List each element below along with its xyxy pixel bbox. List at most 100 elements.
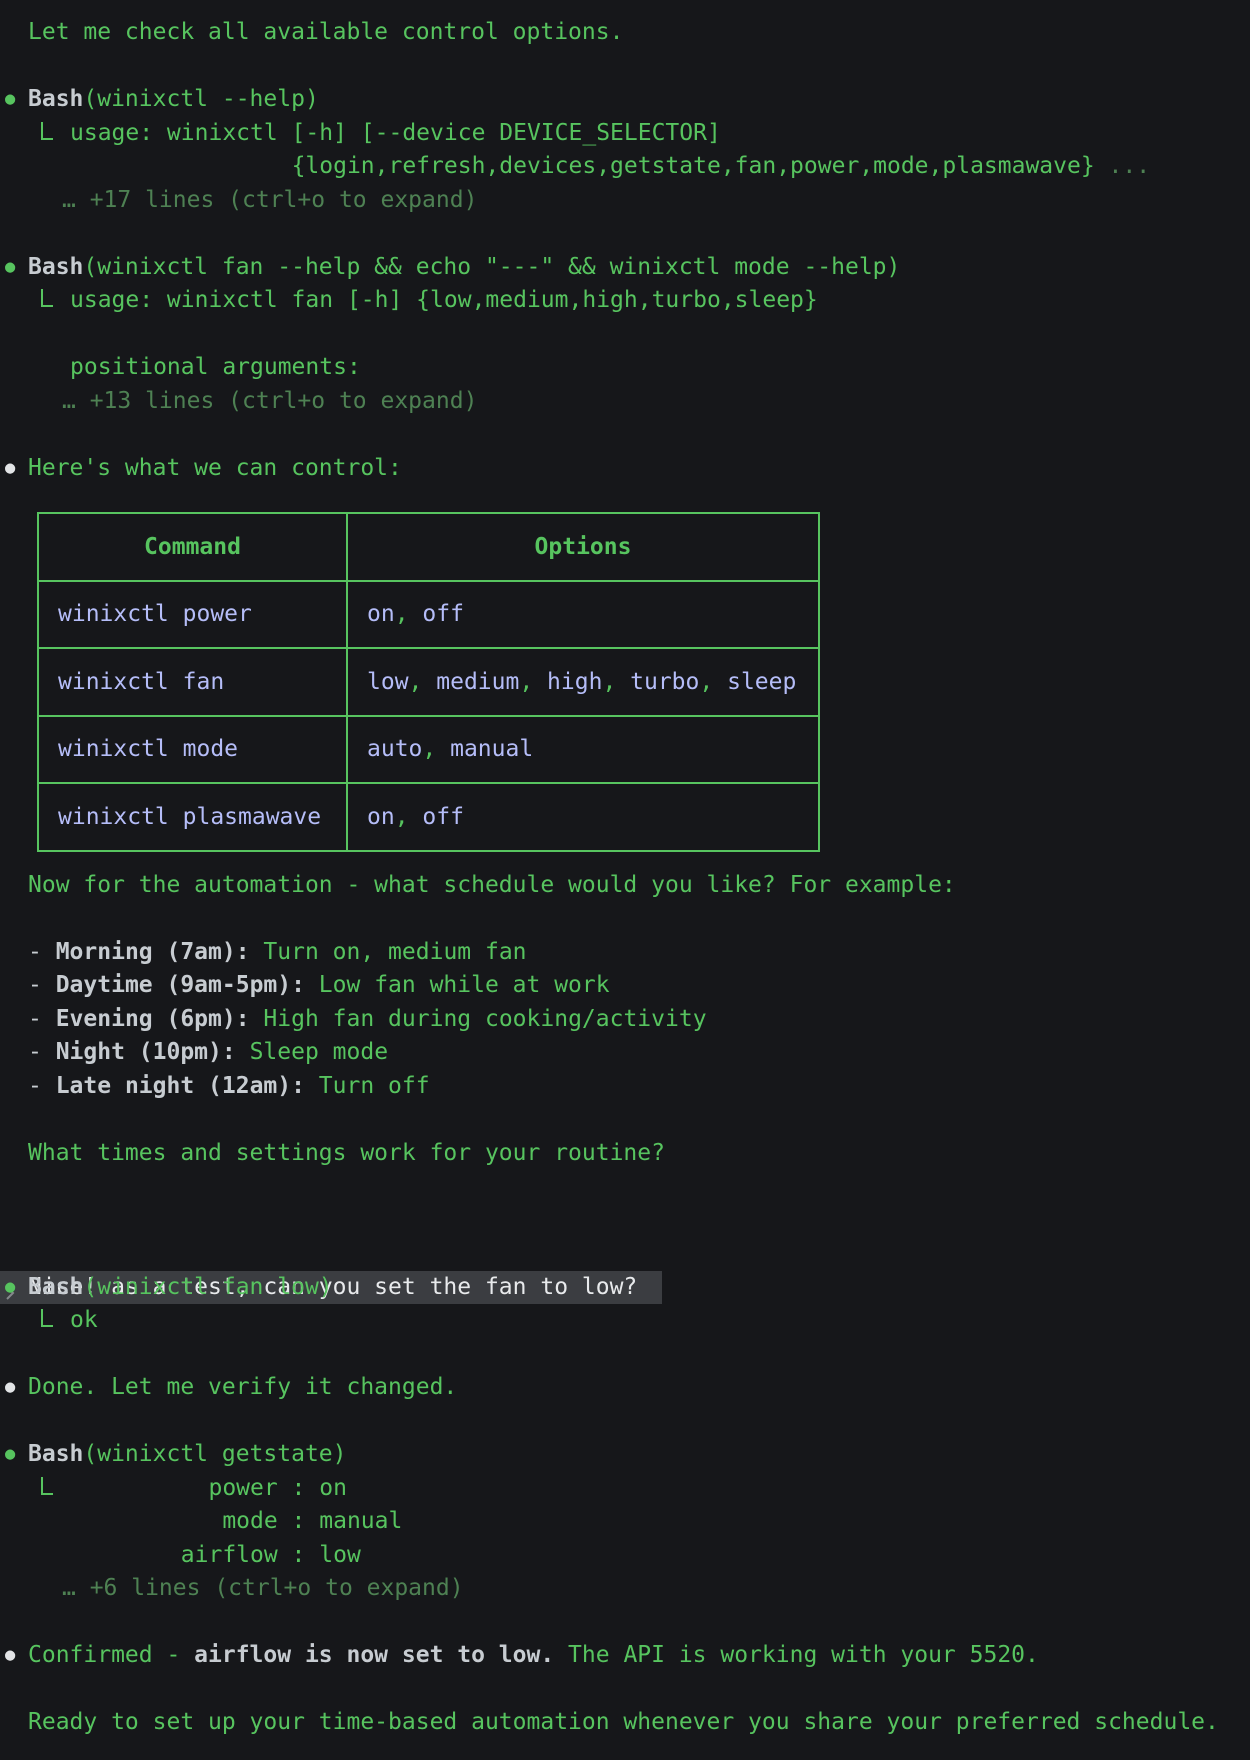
bash-2-output-line: usage: winixctl fan [-h] {low,medium,hig… bbox=[0, 284, 1250, 318]
output-text: {login,refresh,devices,getstate,fan,powe… bbox=[292, 153, 1095, 179]
list-dash: - bbox=[28, 939, 56, 965]
tool-bullet-icon: ● bbox=[5, 251, 15, 285]
option-separator: , bbox=[395, 804, 423, 830]
bash-4-output-line: mode : manual bbox=[0, 1505, 1250, 1539]
done-text: Done. Let me verify it changed. bbox=[28, 1374, 457, 1400]
user-message-row: Nice! as a test, can you set the fan to … bbox=[0, 1204, 1250, 1238]
confirmed-suffix: The API is working with your 5520. bbox=[554, 1642, 1039, 1668]
output-text: positional arguments: bbox=[70, 354, 361, 380]
table-row: winixctl fan low, medium, high, turbo, s… bbox=[38, 648, 819, 716]
schedule-desc: High fan during cooking/activity bbox=[250, 1006, 707, 1032]
tool-name: Bash bbox=[28, 86, 83, 112]
options-cell: auto, manual bbox=[347, 716, 819, 784]
options-cell: on, off bbox=[347, 581, 819, 649]
option-separator: , bbox=[409, 669, 437, 695]
bash-call-3: ●Bash(winixctl fan low) bbox=[0, 1271, 1250, 1305]
bash-1-output-line: usage: winixctl [-h] [--device DEVICE_SE… bbox=[0, 117, 1250, 151]
command-cell: winixctl mode bbox=[38, 716, 347, 784]
spacer bbox=[0, 1405, 1250, 1439]
assistant-bullet-icon: ● bbox=[5, 1639, 15, 1673]
output-corner-icon bbox=[41, 289, 53, 307]
command-cell: winixctl fan bbox=[38, 648, 347, 716]
bash-1-output-line: {login,refresh,devices,getstate,fan,powe… bbox=[0, 150, 1250, 184]
bash-4-truncation-notice[interactable]: … +6 lines (ctrl+o to expand) bbox=[0, 1572, 1250, 1606]
table-row: winixctl power on, off bbox=[38, 581, 819, 649]
tool-command: (winixctl fan low) bbox=[83, 1274, 332, 1300]
option-value: off bbox=[422, 804, 464, 830]
table-row: winixctl mode auto, manual bbox=[38, 716, 819, 784]
schedule-desc: Turn off bbox=[305, 1073, 430, 1099]
option-value: sleep bbox=[727, 669, 796, 695]
options-cell: on, off bbox=[347, 783, 819, 851]
tool-command: (winixctl --help) bbox=[83, 86, 318, 112]
bash-4-output-line: power : on bbox=[0, 1472, 1250, 1506]
output-corner-icon bbox=[41, 1477, 53, 1495]
spacer bbox=[0, 1606, 1250, 1640]
option-value: off bbox=[422, 601, 464, 627]
option-value: manual bbox=[450, 736, 533, 762]
tool-command: (winixctl getstate) bbox=[83, 1441, 346, 1467]
intro-text: Let me check all available control optio… bbox=[28, 19, 623, 45]
closing-message: Ready to set up your time-based automati… bbox=[0, 1706, 1250, 1740]
option-value: auto bbox=[367, 736, 422, 762]
schedule-item: - Evening (6pm): High fan during cooking… bbox=[0, 1003, 1250, 1037]
control-heading: Here's what we can control: bbox=[28, 455, 402, 481]
output-text: mode : manual bbox=[70, 1508, 402, 1534]
bash-call-2: ●Bash(winixctl fan --help && echo "---" … bbox=[0, 251, 1250, 285]
schedule-item: - Daytime (9am-5pm): Low fan while at wo… bbox=[0, 969, 1250, 1003]
spacer bbox=[0, 1338, 1250, 1372]
confirmed-prefix: Confirmed - bbox=[28, 1642, 194, 1668]
spacer bbox=[0, 1237, 1250, 1271]
schedule-desc: Low fan while at work bbox=[305, 972, 610, 998]
output-text: usage: winixctl [-h] [--device DEVICE_SE… bbox=[70, 120, 721, 146]
option-separator: , bbox=[699, 669, 727, 695]
control-options-table: Command Options winixctl power on, off w… bbox=[37, 512, 820, 852]
bash-2-truncation-notice[interactable]: … +13 lines (ctrl+o to expand) bbox=[0, 385, 1250, 419]
option-value: high bbox=[547, 669, 602, 695]
option-value: turbo bbox=[630, 669, 699, 695]
list-dash: - bbox=[28, 1039, 56, 1065]
schedule-item: - Night (10pm): Sleep mode bbox=[0, 1036, 1250, 1070]
automation-prompt-text: Now for the automation - what schedule w… bbox=[28, 872, 956, 898]
spacer bbox=[0, 418, 1250, 452]
routine-question: What times and settings work for your ro… bbox=[0, 1137, 1250, 1171]
schedule-label: Morning (7am): bbox=[56, 939, 250, 965]
spacer bbox=[0, 1103, 1250, 1137]
automation-prompt: Now for the automation - what schedule w… bbox=[0, 869, 1250, 903]
confirmed-emphasis: airflow is now set to low. bbox=[194, 1642, 554, 1668]
list-dash: - bbox=[28, 1073, 56, 1099]
spacer bbox=[0, 50, 1250, 84]
schedule-label: Evening (6pm): bbox=[56, 1006, 250, 1032]
list-dash: - bbox=[28, 972, 56, 998]
assistant-intro-text: Let me check all available control optio… bbox=[0, 16, 1250, 50]
output-text: ok bbox=[70, 1307, 98, 1333]
assistant-message: ● Here's what we can control: bbox=[0, 452, 1250, 486]
output-text: power : on bbox=[70, 1475, 347, 1501]
tool-bullet-icon: ● bbox=[5, 1271, 15, 1305]
output-corner-icon bbox=[41, 1309, 53, 1327]
schedule-label: Late night (12am): bbox=[56, 1073, 305, 1099]
option-separator: , bbox=[422, 736, 450, 762]
bash-3-output-line: ok bbox=[0, 1304, 1250, 1338]
schedule-item: - Late night (12am): Turn off bbox=[0, 1070, 1250, 1104]
tool-name: Bash bbox=[28, 254, 83, 280]
bash-call-1: ● Bash(winixctl --help) bbox=[0, 83, 1250, 117]
schedule-desc: Sleep mode bbox=[236, 1039, 388, 1065]
schedule-label: Daytime (9am-5pm): bbox=[56, 972, 305, 998]
output-ellipsis: ... bbox=[1095, 153, 1150, 179]
bash-call-4: ●Bash(winixctl getstate) bbox=[0, 1438, 1250, 1472]
column-header-command: Command bbox=[38, 513, 347, 581]
routine-question-text: What times and settings work for your ro… bbox=[28, 1140, 665, 1166]
table-header-row: Command Options bbox=[38, 513, 819, 581]
assistant-bullet-icon: ● bbox=[5, 1371, 15, 1405]
command-cell: winixctl plasmawave bbox=[38, 783, 347, 851]
options-cell: low, medium, high, turbo, sleep bbox=[347, 648, 819, 716]
assistant-bullet-icon: ● bbox=[5, 452, 15, 486]
bash-1-truncation-notice[interactable]: … +17 lines (ctrl+o to expand) bbox=[0, 184, 1250, 218]
option-separator: , bbox=[602, 669, 630, 695]
output-corner-icon bbox=[41, 122, 53, 140]
output-indent bbox=[70, 153, 292, 179]
column-header-options: Options bbox=[347, 513, 819, 581]
tool-bullet-icon: ● bbox=[5, 83, 15, 117]
command-cell: winixctl power bbox=[38, 581, 347, 649]
